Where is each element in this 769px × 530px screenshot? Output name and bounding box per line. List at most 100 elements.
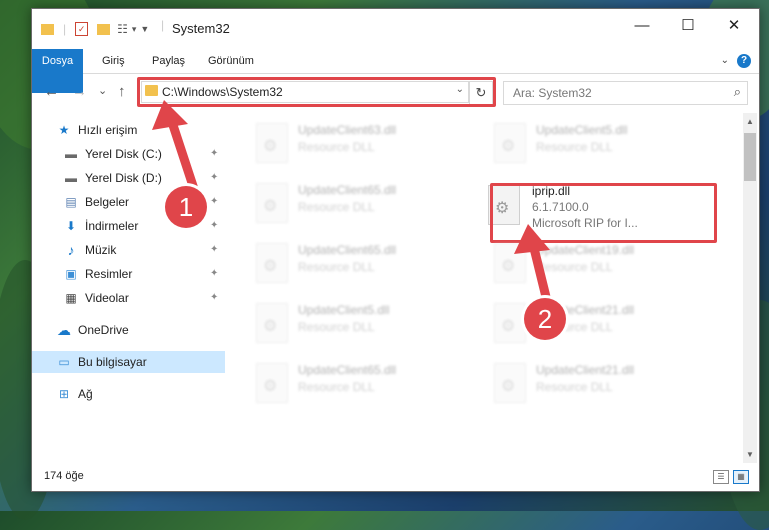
forward-button[interactable]: →: [72, 83, 87, 100]
sidebar-item-label: Yerel Disk (C:): [85, 147, 162, 161]
sidebar-item-label: İndirmeler: [85, 219, 139, 233]
tab-share[interactable]: Paylaş: [142, 49, 195, 73]
file-name: UpdateClient19.dll: [536, 243, 635, 257]
large-icons-view-icon[interactable]: ▦: [733, 470, 749, 484]
sidebar-item-label: OneDrive: [78, 323, 129, 337]
sidebar-item-disk-d[interactable]: ▬ Yerel Disk (D:) ✦: [32, 167, 225, 189]
file-name: UpdateClient63.dll: [298, 123, 397, 137]
file-name: UpdateClient5.dll: [536, 123, 628, 137]
window-title: System32: [172, 21, 230, 36]
dll-file-icon: [494, 363, 526, 403]
pin-icon: ✦: [210, 244, 219, 255]
dll-file-icon: [256, 303, 288, 343]
file-type: Resource DLL: [536, 140, 613, 154]
dll-file-icon: [494, 303, 526, 343]
pin-icon: ✦: [210, 292, 219, 303]
status-bar: 174 öğe ☰ ▦: [32, 464, 759, 490]
list-item[interactable]: UpdateClient65.dll Resource DLL: [238, 179, 468, 223]
minimize-button[interactable]: —: [619, 9, 665, 41]
list-item[interactable]: UpdateClient65.dll Resource DLL: [238, 239, 468, 283]
pin-icon: ✦: [210, 148, 219, 159]
dll-file-icon: [494, 243, 526, 283]
dll-file-icon: [494, 123, 526, 163]
file-name: UpdateClient65.dll: [298, 363, 397, 377]
list-item[interactable]: UpdateClient21.dll Resource DLL: [476, 299, 706, 343]
search-input[interactable]: Ara: System32: [513, 86, 592, 100]
file-name: UpdateClient65.dll: [298, 183, 397, 197]
drive-icon: ▬: [65, 171, 77, 185]
search-icon[interactable]: ⌕: [734, 84, 741, 100]
download-icon: ⬇: [65, 219, 77, 233]
list-item[interactable]: UpdateClient5.dll Resource DLL: [476, 119, 706, 163]
file-type: Resource DLL: [298, 200, 375, 214]
maximize-button[interactable]: ☐: [665, 9, 711, 41]
file-type: Resource DLL: [536, 260, 613, 274]
scrollbar-thumb[interactable]: [744, 133, 756, 181]
vertical-scrollbar[interactable]: ▲ ▼: [743, 113, 757, 463]
customize-icon[interactable]: ☷: [117, 22, 128, 36]
file-name: UpdateClient5.dll: [298, 303, 390, 317]
pin-icon: ✦: [210, 172, 219, 183]
scroll-down-icon[interactable]: ▼: [746, 450, 754, 459]
sidebar-item-label: Ağ: [78, 387, 93, 401]
file-name: UpdateClient21.dll: [536, 363, 635, 377]
list-item[interactable]: UpdateClient19.dll Resource DLL: [476, 239, 706, 283]
sidebar-item-label: Bu bilgisayar: [78, 355, 147, 369]
up-button[interactable]: ↑: [118, 83, 126, 100]
sidebar-item-onedrive[interactable]: ☁ OneDrive: [32, 319, 249, 341]
sidebar-item-label: Yerel Disk (D:): [85, 171, 162, 185]
file-type: Resource DLL: [536, 380, 613, 394]
tab-home[interactable]: Giriş: [92, 49, 135, 73]
sidebar-item-label: Belgeler: [85, 195, 130, 209]
ribbon: Dosya Giriş Paylaş Görünüm ⌄ ?: [32, 49, 759, 93]
sidebar-item-pictures[interactable]: ▣ Resimler ✦: [32, 263, 225, 285]
file-explorer-window: | ✓ ☷ ▾ ▼ | System32 — ☐ ✕ Dosya Giriş P…: [31, 8, 760, 492]
sidebar-item-network[interactable]: ⊞ Ağ: [32, 383, 249, 405]
sidebar-item-label: Hızlı erişim: [78, 123, 138, 137]
details-view-icon[interactable]: ☰: [713, 470, 729, 484]
scroll-up-icon[interactable]: ▲: [746, 117, 754, 126]
sidebar-item-music[interactable]: ♪ Müzik ✦: [32, 239, 225, 261]
step-1-callout: 1: [165, 186, 207, 228]
properties-icon[interactable]: ✓: [75, 22, 89, 36]
navigation-bar: ← → ⌄ ↑ C:\Windows\System32 ⌄ ↻ Ara: Sys…: [32, 74, 759, 110]
back-button[interactable]: ←: [44, 83, 59, 100]
sidebar-item-videos[interactable]: ▦ Videolar ✦: [32, 287, 225, 309]
title-bar: | ✓ ☷ ▾ ▼ | System32 — ☐ ✕: [32, 9, 759, 46]
video-icon: ▦: [65, 291, 77, 305]
file-type: Resource DLL: [298, 260, 375, 274]
network-icon: ⊞: [58, 387, 70, 401]
file-highlight: [490, 183, 717, 243]
qa-dropdown-icon[interactable]: ▼: [140, 24, 149, 34]
help-icon[interactable]: ?: [737, 54, 751, 68]
list-item[interactable]: UpdateClient65.dll Resource DLL: [238, 359, 468, 403]
address-highlight: [137, 77, 496, 107]
sidebar-item-label: Müzik: [85, 243, 117, 257]
close-button[interactable]: ✕: [711, 9, 757, 41]
file-type: Resource DLL: [298, 320, 375, 334]
file-type: Resource DLL: [298, 380, 375, 394]
recent-locations-button[interactable]: ⌄: [98, 84, 107, 97]
chevron-down-icon[interactable]: ▾: [132, 24, 137, 35]
dll-file-icon: [256, 123, 288, 163]
pin-icon: ✦: [210, 268, 219, 279]
sidebar-item-label: Resimler: [85, 267, 133, 281]
folder-icon[interactable]: [41, 23, 54, 35]
sidebar-item-disk-c[interactable]: ▬ Yerel Disk (C:) ✦: [32, 143, 225, 165]
search-box[interactable]: Ara: System32 ⌕: [503, 81, 748, 105]
step-2-callout: 2: [524, 298, 566, 340]
sidebar-item-label: Videolar: [85, 291, 129, 305]
star-icon: ★: [58, 123, 70, 137]
pictures-icon: ▣: [65, 267, 77, 281]
ribbon-expand-icon[interactable]: ⌄: [721, 55, 729, 66]
list-item[interactable]: UpdateClient63.dll Resource DLL: [238, 119, 468, 163]
item-count: 174 öğe: [44, 470, 84, 482]
tab-view[interactable]: Görünüm: [198, 49, 264, 73]
list-item[interactable]: UpdateClient21.dll Resource DLL: [476, 359, 706, 403]
sidebar-item-this-pc[interactable]: ▭ Bu bilgisayar: [32, 351, 225, 373]
quick-access-toolbar: | ✓ ☷ ▾ ▼: [41, 20, 149, 38]
new-folder-icon[interactable]: [97, 23, 111, 35]
sidebar-item-quick-access[interactable]: ★ Hızlı erişim: [32, 119, 249, 141]
list-item[interactable]: UpdateClient5.dll Resource DLL: [238, 299, 468, 343]
pin-icon: ✦: [210, 220, 219, 231]
